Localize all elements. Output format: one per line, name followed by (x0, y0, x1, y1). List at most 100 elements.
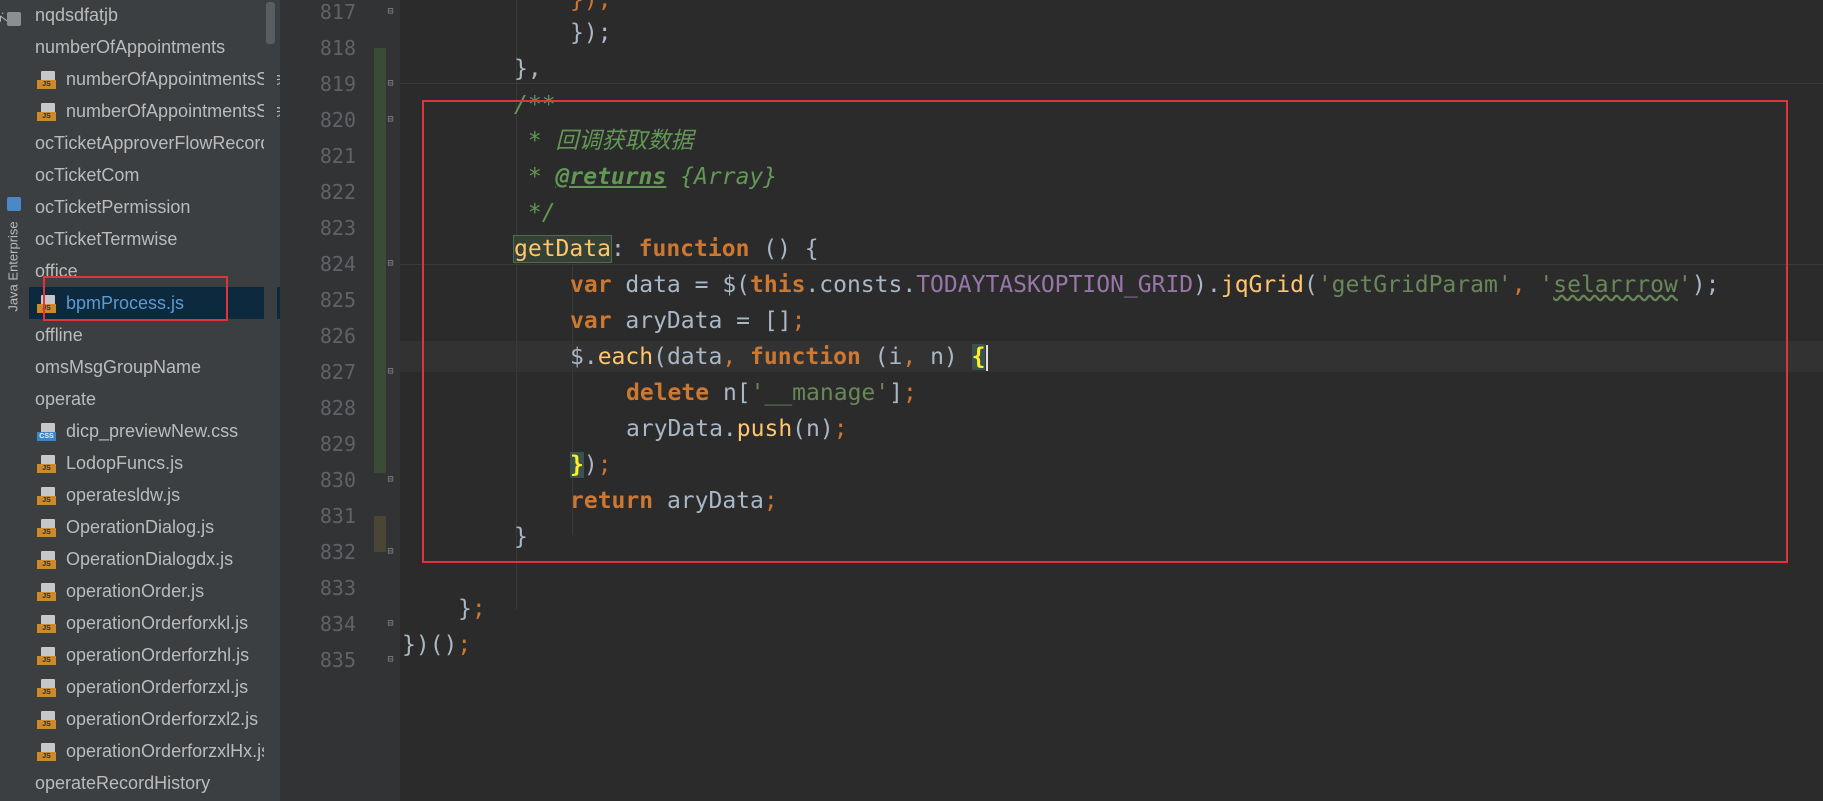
java-enterprise-tool-tab[interactable]: Java Enterprise (3, 215, 25, 325)
tree-item-label: ocTicketTermwise (35, 229, 178, 249)
js-file-icon: JS (37, 615, 59, 633)
line-number: 830 (319, 468, 356, 492)
line-number: 820 (319, 108, 356, 132)
tree-file-item[interactable]: JS numberOfAppointmentsStatisticsNew.js (29, 95, 280, 127)
line-number: 832 (319, 540, 356, 564)
fold-marker-icon[interactable]: ⊟ (385, 366, 396, 377)
fold-marker-icon[interactable]: ⊟ (385, 258, 396, 269)
tree-folder-item[interactable]: ocTicketCom (29, 159, 280, 191)
line-number: 825 (319, 288, 356, 312)
tree-file-item[interactable]: JS OperationDialogdx.js (29, 543, 280, 575)
tree-folder-item[interactable]: operateRecordHistory (29, 767, 280, 799)
tree-folder-item[interactable]: ocTicketPermission (29, 191, 280, 223)
project-tree-scrollbar[interactable] (264, 0, 277, 801)
css-file-icon: CSS (37, 423, 59, 441)
tree-file-item[interactable]: JS numberOfAppointmentsStatistics.js (29, 63, 280, 95)
fold-marker-icon[interactable]: ⊟ (385, 654, 396, 665)
fold-marker-icon[interactable]: ⊟ (385, 618, 396, 629)
line-number: 822 (319, 180, 356, 204)
code-line-825: var data = $(this.consts.TODAYTASKOPTION… (570, 272, 1720, 298)
project-tree[interactable]: nqdsdfatjb numberOfAppointments JS numberOf… (29, 0, 280, 801)
fold-marker-icon[interactable]: ⊟ (385, 546, 396, 557)
method-name-getData: getData (513, 235, 612, 263)
line-number: 827 (319, 360, 356, 384)
line-number: 823 (319, 216, 356, 240)
tree-folder-item[interactable]: office (29, 255, 280, 287)
js-file-icon: JS (37, 519, 59, 537)
line-number: 835 (319, 648, 356, 672)
tree-file-item[interactable]: JS operationOrderforzxl2.js (29, 703, 280, 735)
js-file-icon: JS (37, 583, 59, 601)
tree-item-label: operateRecordHistory (35, 773, 211, 793)
line-number: 829 (319, 432, 356, 456)
code-line-824: getData: function () { (513, 235, 819, 263)
matched-brace: } (570, 452, 584, 478)
fold-marker-icon[interactable]: ⊟ (385, 474, 396, 485)
tree-folder-item[interactable]: omsMsgGroupName (29, 351, 280, 383)
code-line-832: } (514, 524, 528, 550)
tree-item-label: operationOrderforzxl2.js (66, 709, 259, 729)
tree-item-label: dicp_previewNew.css (66, 421, 239, 441)
scrollbar-thumb[interactable] (266, 2, 275, 44)
tree-item-label: bpmProcess.js (66, 293, 185, 313)
tree-file-item[interactable]: JS operationOrderforxkl.js (29, 607, 280, 639)
tree-folder-item[interactable]: nqdsdfatjb (29, 0, 280, 31)
tree-file-item[interactable]: CSS dicp_previewNew.css (29, 415, 280, 447)
line-number: 826 (319, 324, 356, 348)
line-number: 834 (319, 612, 356, 636)
tree-item-label: ocTicketApproverFlowRecord (35, 133, 271, 153)
js-file-icon: JS (37, 743, 59, 761)
tree-folder-item[interactable]: offline (29, 319, 280, 351)
tree-folder-item[interactable]: numberOfAppointments (29, 31, 280, 63)
tree-item-label: nqdsdfatjb (35, 5, 119, 25)
code-line-820: /** (514, 92, 556, 118)
tree-item-label: numberOfAppointmentsStatistics.js (66, 69, 280, 89)
code-line-829: aryData.push(n); (626, 416, 848, 442)
tree-file-item[interactable]: JS LodopFuncs.js (29, 447, 280, 479)
tree-item-label: ocTicketCom (35, 165, 140, 185)
tree-item-label: OperationDialog.js (66, 517, 215, 537)
method-separator (400, 83, 1823, 84)
tree-file-item[interactable]: JS OperationDialog.js (29, 511, 280, 543)
line-number: 818 (319, 36, 356, 60)
line-number: 831 (319, 504, 356, 528)
fold-marker-icon[interactable]: ⊟ (385, 6, 396, 17)
tree-folder-item[interactable]: ocTicketApproverFlowRecord (29, 127, 280, 159)
tree-file-item[interactable]: JS operationOrder.js (29, 575, 280, 607)
tree-item-label: operationOrderforxkl.js (66, 613, 249, 633)
editor-gutter: 817 818 819 820 821 822 823 824 825 826 827 828 829 8… (280, 0, 400, 801)
tree-item-label: operatesldw.js (66, 485, 181, 505)
tree-item-label: numberOfAppointmentsStatisticsNew.js (66, 101, 280, 121)
code-line-834: }; (458, 596, 486, 622)
tree-item-label: omsMsgGroupName (35, 357, 202, 377)
line-number: 819 (319, 72, 356, 96)
tree-file-item[interactable]: JS operationOrderforzhl.js (29, 639, 280, 671)
tree-item-label: operate (35, 389, 97, 409)
code-line-818: }); (570, 20, 612, 46)
code-line-830: }); (570, 452, 612, 478)
tree-file-item[interactable]: JS operatesldw.js (29, 479, 280, 511)
fold-marker-icon[interactable]: ⊟ (385, 78, 396, 89)
tree-file-item[interactable]: JS operationOrderforzxlHx.js (29, 735, 280, 767)
tree-file-item[interactable]: JS operationOrderforzxl.js (29, 671, 280, 703)
tree-folder-item[interactable]: ocTicketTermwise (29, 223, 280, 255)
line-number: 828 (319, 396, 356, 420)
code-editor[interactable]: }); }); }, /** * 回调获取数据 * @returns {Arra… (400, 0, 1823, 801)
matched-brace: { (971, 344, 986, 370)
fold-marker-icon[interactable]: ⊟ (385, 114, 396, 125)
code-line-831: return aryData; (570, 488, 778, 514)
line-number: 817 (319, 0, 356, 24)
line-number: 833 (319, 576, 356, 600)
js-file-icon: JS (37, 295, 59, 313)
js-file-icon: JS (37, 487, 59, 505)
js-file-icon: JS (37, 551, 59, 569)
code-line-828: delete n['__manage']; (626, 380, 917, 406)
tree-item-label: ocTicketPermission (35, 197, 191, 217)
code-line-822: * @returns {Array} (514, 164, 778, 190)
tree-item-label: numberOfAppointments (35, 37, 226, 57)
tree-file-item[interactable]: JS bpmProcess.js (29, 287, 280, 319)
tree-item-label: operationOrder.js (66, 581, 205, 601)
tree-folder-item[interactable]: operate (29, 383, 280, 415)
code-line-826: var aryData = []; (570, 308, 806, 334)
code-line-827: $.each(data, function (i, n) { (570, 339, 989, 375)
